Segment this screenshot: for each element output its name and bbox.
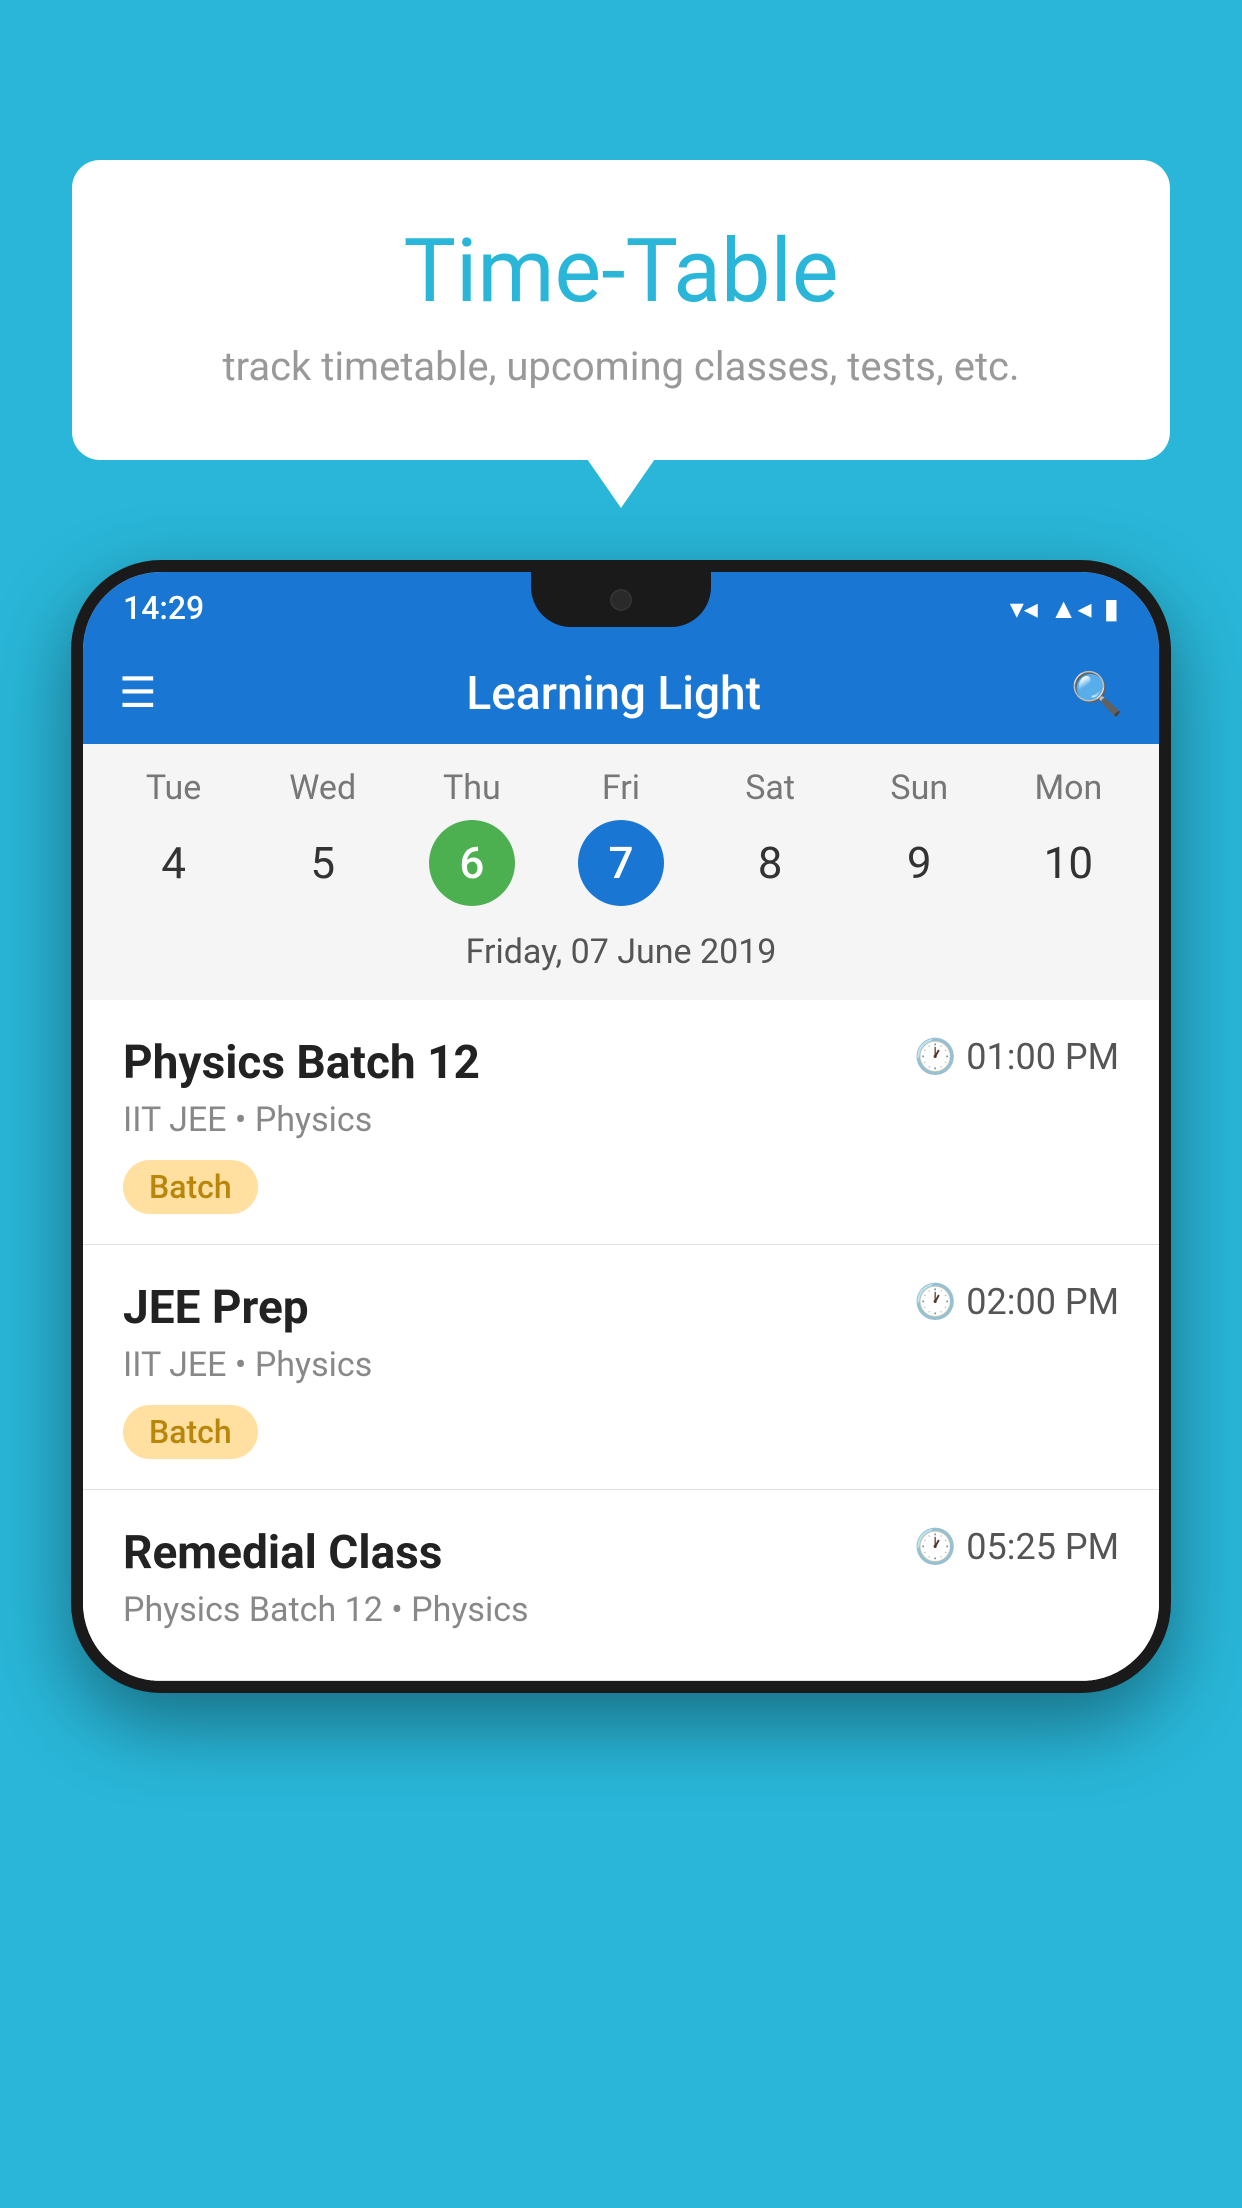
status-bar: 14:29 ▾◂ ▲◂ ▮	[83, 572, 1159, 644]
day-label: Thu	[443, 768, 501, 808]
schedule-item-header: Remedial Class 🕐05:25 PM	[123, 1526, 1119, 1580]
batch-badge: Batch	[123, 1160, 258, 1214]
day-number[interactable]: 10	[1025, 820, 1111, 906]
day-col-sun[interactable]: Sun 9	[859, 768, 979, 906]
app-bar-title: Learning Light	[187, 667, 1041, 721]
day-number[interactable]: 8	[727, 820, 813, 906]
phone-inner: 14:29 ▾◂ ▲◂ ▮ ☰ Learning Light 🔍 Tue 4	[83, 572, 1159, 1681]
schedule-item-0[interactable]: Physics Batch 12 🕐01:00 PM IIT JEE • Physi…	[83, 1000, 1159, 1245]
schedule-subtitle: IIT JEE • Physics	[123, 1345, 1119, 1385]
day-col-tue[interactable]: Tue 4	[114, 768, 234, 906]
calendar-strip: Tue 4 Wed 5 Thu 6 Fri 7 Sat 8 Sun 9 Mon 10 Friday, 07…	[83, 744, 1159, 1000]
clock-icon: 🕐	[914, 1527, 956, 1567]
speech-bubble-title: Time-Table	[122, 220, 1120, 323]
schedule-item-header: Physics Batch 12 🕐01:00 PM	[123, 1036, 1119, 1090]
schedule-item-1[interactable]: JEE Prep 🕐02:00 PM IIT JEE • Physics Batch	[83, 1245, 1159, 1490]
schedule-item-title: Remedial Class	[123, 1526, 442, 1580]
schedule-time: 🕐01:00 PM	[914, 1036, 1119, 1078]
time-text: 02:00 PM	[966, 1281, 1119, 1323]
day-label: Wed	[289, 768, 356, 808]
search-icon[interactable]: 🔍	[1071, 670, 1123, 719]
camera-dot	[610, 589, 632, 611]
wifi-icon: ▾◂	[1010, 592, 1038, 625]
phone-notch	[531, 572, 711, 627]
day-number[interactable]: 9	[876, 820, 962, 906]
selected-date-label: Friday, 07 June 2019	[99, 922, 1143, 990]
status-time: 14:29	[123, 589, 204, 627]
day-col-fri[interactable]: Fri 7	[561, 768, 681, 906]
phone-outer: 14:29 ▾◂ ▲◂ ▮ ☰ Learning Light 🔍 Tue 4	[71, 560, 1171, 1693]
batch-badge: Batch	[123, 1405, 258, 1459]
schedule-item-title: JEE Prep	[123, 1281, 309, 1335]
speech-bubble: Time-Table track timetable, upcoming cla…	[72, 160, 1170, 460]
time-text: 01:00 PM	[966, 1036, 1119, 1078]
day-col-sat[interactable]: Sat 8	[710, 768, 830, 906]
day-label: Sun	[890, 768, 948, 808]
day-col-wed[interactable]: Wed 5	[263, 768, 383, 906]
day-label: Sat	[745, 768, 795, 808]
clock-icon: 🕐	[914, 1037, 956, 1077]
app-bar: ☰ Learning Light 🔍	[83, 644, 1159, 744]
days-row: Tue 4 Wed 5 Thu 6 Fri 7 Sat 8 Sun 9 Mon 10	[99, 768, 1143, 906]
day-col-mon[interactable]: Mon 10	[1008, 768, 1128, 906]
hamburger-icon[interactable]: ☰	[119, 673, 157, 715]
schedule-subtitle: IIT JEE • Physics	[123, 1100, 1119, 1140]
day-number[interactable]: 7	[578, 820, 664, 906]
day-number[interactable]: 6	[429, 820, 515, 906]
phone-mockup: 14:29 ▾◂ ▲◂ ▮ ☰ Learning Light 🔍 Tue 4	[71, 560, 1171, 1693]
battery-icon: ▮	[1104, 592, 1119, 625]
schedule-item-2[interactable]: Remedial Class 🕐05:25 PM Physics Batch 12 …	[83, 1490, 1159, 1681]
clock-icon: 🕐	[914, 1282, 956, 1322]
schedule-item-header: JEE Prep 🕐02:00 PM	[123, 1281, 1119, 1335]
day-label: Tue	[146, 768, 201, 808]
schedule-subtitle: Physics Batch 12 • Physics	[123, 1590, 1119, 1630]
day-col-thu[interactable]: Thu 6	[412, 768, 532, 906]
schedule-time: 🕐02:00 PM	[914, 1281, 1119, 1323]
status-icons: ▾◂ ▲◂ ▮	[1010, 592, 1119, 625]
schedule-item-title: Physics Batch 12	[123, 1036, 480, 1090]
schedule-time: 🕐05:25 PM	[914, 1526, 1119, 1568]
day-label: Mon	[1034, 768, 1102, 808]
speech-bubble-subtitle: track timetable, upcoming classes, tests…	[122, 343, 1120, 390]
time-text: 05:25 PM	[966, 1526, 1119, 1568]
schedule-list: Physics Batch 12🕐01:00 PMIIT JEE • Physi…	[83, 1000, 1159, 1681]
day-number[interactable]: 4	[131, 820, 217, 906]
signal-icon: ▲◂	[1050, 592, 1092, 625]
day-number[interactable]: 5	[280, 820, 366, 906]
day-label: Fri	[602, 768, 640, 808]
